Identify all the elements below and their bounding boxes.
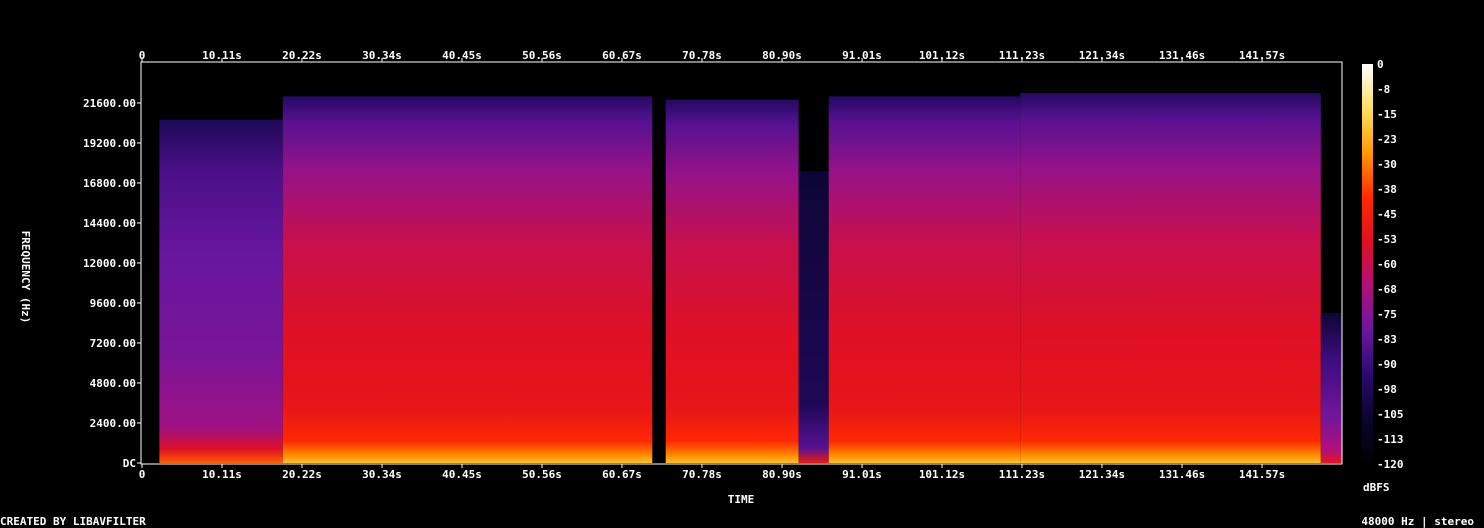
footer-sample-rate: 48000 Hz | stereo — [1361, 515, 1474, 528]
x-tick-label: 30.34s — [362, 468, 402, 481]
x-tick-label: 141.57s — [1239, 49, 1285, 62]
colorbar-tick-label: -120 — [1377, 458, 1404, 471]
x-tick-label: 50.56s — [522, 468, 562, 481]
x-tick-label: 121.34s — [1079, 468, 1125, 481]
x-tick-label: 70.78s — [682, 49, 722, 62]
colorbar-tick-label: -98 — [1377, 383, 1397, 396]
x-tick-label: 0 — [139, 49, 146, 62]
colorbar-tick-label: -75 — [1377, 308, 1397, 321]
x-tick-label: 70.78s — [682, 468, 722, 481]
x-tick-label: 131.46s — [1159, 49, 1205, 62]
spectrogram-segment — [798, 171, 829, 464]
x-tick-label: 80.90s — [762, 49, 802, 62]
x-tick-label: 40.45s — [442, 49, 482, 62]
colorbar-tick-label: -53 — [1377, 233, 1397, 246]
colorbar-tick-label: -30 — [1377, 158, 1397, 171]
spectrogram-heatmap — [159, 93, 1342, 464]
y-tick-label: 9600.00 — [90, 297, 136, 310]
x-tick-label: 111.23s — [999, 468, 1045, 481]
spectrogram-chart: 0 10.11s 20.22s 30.34s 40.45s 50.56s 60.67s 70.… — [0, 0, 1484, 528]
spectrogram-segment — [828, 96, 1021, 464]
spectrogram-segment — [1320, 313, 1342, 463]
colorbar-tick-label: -23 — [1377, 133, 1397, 146]
colorbar-tick-label: -8 — [1377, 83, 1390, 96]
colorbar-tick-label: -45 — [1377, 208, 1397, 221]
y-tick-label: 7200.00 — [90, 337, 136, 350]
colorbar-tick-label: -60 — [1377, 258, 1397, 271]
x-tick-label: 91.01s — [842, 49, 882, 62]
colorbar-tick-label: 0 — [1377, 58, 1384, 71]
x-tick-label: 20.22s — [282, 49, 322, 62]
y-tick-label: DC — [123, 457, 136, 470]
y-axis-label: FREQUENCY (Hz) — [19, 231, 32, 324]
x-tick-label: 30.34s — [362, 49, 402, 62]
x-tick-label: 80.90s — [762, 468, 802, 481]
y-tick-label: 19200.00 — [83, 137, 136, 150]
x-tick-label: 101.12s — [919, 468, 965, 481]
colorbar-tick-label: -113 — [1377, 433, 1404, 446]
spectrogram-segment — [282, 96, 653, 464]
spectrogram-segment — [159, 119, 283, 463]
colorbar-label: dBFS — [1363, 481, 1390, 494]
x-axis-label: TIME — [728, 493, 755, 506]
x-tick-label: 121.34s — [1079, 49, 1125, 62]
spectrogram-segment — [1020, 93, 1321, 463]
colorbar-tick-label: -90 — [1377, 358, 1397, 371]
x-tick-label: 40.45s — [442, 468, 482, 481]
x-tick-label: 60.67s — [602, 49, 642, 62]
spectrogram-segment — [665, 99, 799, 463]
x-tick-label: 141.57s — [1239, 468, 1285, 481]
colorbar — [1362, 64, 1373, 464]
x-axis-top: 0 10.11s 20.22s 30.34s 40.45s 50.56s 60.67s 70.… — [139, 49, 1285, 62]
x-tick-label: 111.23s — [999, 49, 1045, 62]
x-tick-label: 20.22s — [282, 468, 322, 481]
x-tick-label: 0 — [139, 468, 146, 481]
colorbar-tick-label: -83 — [1377, 333, 1397, 346]
footer-credit: CREATED BY LIBAVFILTER — [0, 515, 146, 528]
y-tick-label: 4800.00 — [90, 377, 136, 390]
x-tick-label: 50.56s — [522, 49, 562, 62]
colorbar-tick-label: -38 — [1377, 183, 1397, 196]
colorbar-tick-label: -68 — [1377, 283, 1397, 296]
y-tick-label: 2400.00 — [90, 417, 136, 430]
x-tick-label: 60.67s — [602, 468, 642, 481]
x-tick-label: 101.12s — [919, 49, 965, 62]
x-tick-label: 91.01s — [842, 468, 882, 481]
x-tick-label: 10.11s — [202, 49, 242, 62]
y-tick-label: 14400.00 — [83, 217, 136, 230]
y-tick-label: 21600.00 — [83, 97, 136, 110]
x-tick-label: 10.11s — [202, 468, 242, 481]
colorbar-tick-label: -105 — [1377, 408, 1404, 421]
y-tick-label: 16800.00 — [83, 177, 136, 190]
colorbar-tick-label: -15 — [1377, 108, 1397, 121]
x-tick-label: 131.46s — [1159, 468, 1205, 481]
y-tick-label: 12000.00 — [83, 257, 136, 270]
